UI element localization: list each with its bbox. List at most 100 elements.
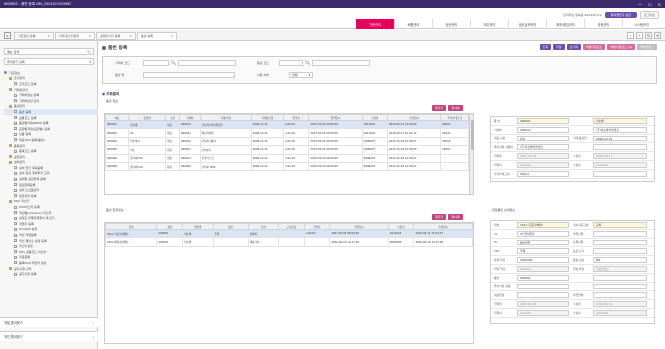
customer-code-input[interactable] — [143, 60, 169, 66]
logout-button[interactable]: 로그아웃 — [639, 11, 659, 19]
table-row[interactable]: 2012 가공작(해필) 000001 미소해 주원 정해처 cubic01 2007-02… — [104, 228, 473, 239]
form-field[interactable]: 00014 — [517, 170, 569, 177]
grid1-scrollbar[interactable] — [469, 114, 474, 194]
form-field[interactable]: 0000000 — [517, 257, 569, 263]
form-field[interactable]: 000001 — [517, 118, 569, 124]
form-field[interactable]: 000001 — [517, 274, 569, 281]
form-field[interactable] — [593, 283, 647, 290]
excel-upload-button[interactable]: 엑셀업로드 — [637, 44, 657, 50]
part-code-name-input[interactable] — [312, 60, 370, 66]
form-field[interactable] — [517, 292, 569, 299]
form-field[interactable] — [593, 170, 647, 177]
main-menu-item[interactable]: 생산실적관리 — [508, 19, 546, 29]
grid1-add-row-button[interactable]: 행추가 — [432, 105, 447, 111]
chevron-down-icon[interactable]: ▾ — [89, 60, 91, 64]
table-row[interactable]: 000003 AS 대표 000041 예모바이빌 2099-12-31 cubic01 20… — [105, 128, 469, 138]
table-row[interactable]: 000004 미소텍이 대표 000016 (주)하나세이 2099-12-31 cubic… — [105, 136, 469, 147]
form-field[interactable] — [593, 248, 647, 255]
search-button[interactable]: 조회 — [539, 44, 552, 50]
tab-prev-icon[interactable]: ‹ — [627, 32, 634, 39]
table-cell: 000014 — [178, 119, 201, 130]
table-row[interactable]: 000001 미소해 대표 000014 (주)미소바이올렛코 2099-12-31 cub… — [105, 119, 469, 130]
main-menu-item[interactable]: 정산관리 — [432, 19, 470, 29]
menu-search-input[interactable]: 메뉴 검색 🔍 — [4, 48, 94, 55]
form-field[interactable]: 2007-02-05 — [517, 153, 569, 159]
form-field[interactable]: cubic01 — [517, 161, 569, 168]
main-menu-item[interactable]: 제조/품질관리 — [546, 19, 584, 29]
use-yn-select[interactable]: 전체 ▾ — [289, 72, 313, 78]
customer-name-input[interactable] — [178, 60, 236, 66]
form-field[interactable]: 2099-12-31 — [593, 135, 647, 142]
menu-tree-item[interactable]: 공지사항 등록 — [4, 271, 98, 277]
form-field[interactable]: 출하 — [593, 222, 647, 228]
form-field[interactable] — [593, 144, 647, 151]
tab-close-all-icon[interactable]: ✕ — [654, 32, 661, 39]
tab-close-icon[interactable]: × — [47, 34, 50, 38]
grid1-delete-row-button[interactable]: 행삭제 — [448, 105, 463, 111]
form-field[interactable]: 우육 — [517, 248, 569, 255]
part-name-input[interactable] — [143, 72, 235, 78]
tab-close-icon[interactable]: × — [170, 34, 173, 38]
search-icon[interactable]: 🔍 — [171, 60, 176, 65]
form-field[interactable]: (주)미소바이올렛코 — [517, 144, 569, 151]
tab-item[interactable]: 품번 등록 × — [137, 32, 177, 40]
sidebar-footer-dev-favorites[interactable]: 개발 즐겨찾기 › — [0, 317, 98, 327]
main-menu-item[interactable]: 배합관리 — [394, 19, 432, 29]
tab-close-icon[interactable]: × — [129, 34, 132, 38]
minimize-icon[interactable]: — — [638, 2, 642, 7]
main-menu-item[interactable]: 공정관리 — [584, 19, 622, 29]
grid2-delete-row-button[interactable]: 행삭제 — [448, 214, 463, 220]
menu-tree-label: 거래처담당 관리 — [19, 98, 40, 103]
main-menu-item[interactable]: 재고관리 — [470, 19, 508, 29]
table-row[interactable]: 000006 준미아/PUL 대표 000163 미소티노코 2099-12-31 cubi… — [105, 153, 469, 163]
form-field[interactable]: 2016-06-11 — [593, 301, 647, 307]
table-cell: 000001 — [156, 237, 184, 247]
form-row: 입력 업당 000000 업정 변경 업정변정정 — [491, 265, 654, 274]
form-field[interactable]: 해선업업 — [517, 239, 569, 246]
form-field[interactable] — [593, 230, 647, 237]
main-menu-item[interactable]: 시스템관리 — [622, 19, 660, 29]
form-field[interactable]: 000000 — [517, 265, 569, 272]
form-field[interactable] — [593, 239, 647, 246]
table-row[interactable]: 2022 세정정(해필) 000001 미소해 해정가이 2016-06-14 10:1… — [104, 237, 473, 247]
tab-refresh-icon[interactable]: ↻ — [645, 32, 652, 39]
excel-download-button[interactable]: 엑셀다운로드 — [582, 44, 606, 50]
maximize-icon[interactable]: ☐ — [648, 2, 652, 7]
form-field[interactable] — [517, 283, 569, 290]
grid2-add-row-button[interactable]: 행추가 — [432, 214, 447, 220]
excel-download2-button[interactable]: 엑셀다운로드 (2) — [607, 44, 636, 50]
close-icon[interactable]: ✕ — [658, 2, 661, 7]
form-field[interactable]: VF 업여유솔 — [517, 230, 569, 237]
table-row[interactable]: 000005 미소 대표 000051 (주)하나 2099-12-31 cubic01 20… — [105, 145, 469, 155]
form-field[interactable]: 2012 가공작(해필) — [517, 222, 569, 228]
main-menu-item[interactable]: 기준관리 — [356, 19, 394, 29]
tab-item[interactable]: 자재 마스터관리 × — [55, 32, 95, 40]
tab-next-icon[interactable]: › — [636, 32, 643, 39]
table-row[interactable]: 000008 준미아/PUL 대표 000000 (주)하나PUL 2099-12-31 c… — [105, 161, 469, 172]
form-field[interactable]: 업정변정정 — [593, 265, 647, 272]
form-field[interactable]: 대표 — [517, 135, 569, 142]
save-button[interactable]: 저장 — [553, 44, 565, 50]
search-icon[interactable]: 🔍 — [87, 50, 91, 54]
home-icon[interactable]: ⌂ — [4, 32, 11, 39]
search-icon[interactable]: 🔍 — [305, 60, 310, 65]
tab-item[interactable]: 공정마스터 등록 × — [96, 32, 136, 40]
form-field[interactable]: 해2 — [593, 257, 647, 263]
part-code-input[interactable] — [279, 60, 303, 66]
form-field[interactable]: 미소해 — [593, 118, 647, 124]
form-field[interactable] — [593, 274, 647, 281]
form-field[interactable]: 2016-09-11 — [593, 153, 647, 159]
form-field[interactable]: cubic01 — [517, 309, 569, 316]
form-field[interactable] — [593, 292, 647, 299]
tab-close-icon[interactable]: × — [88, 34, 91, 38]
form-field[interactable]: 1612001 — [593, 309, 647, 316]
form-field[interactable]: 000014 — [517, 126, 569, 133]
form-field[interactable]: 1612001 — [593, 161, 647, 168]
favorites-select[interactable]: 즐겨찾기 선택 ▾ — [4, 58, 94, 65]
dept-badge[interactable]: 퓨처엠연구 본관 — [604, 12, 637, 18]
tab-item[interactable]: 기준정보 등록 × — [14, 32, 54, 40]
reset-button[interactable]: 초기화 — [566, 44, 581, 50]
sidebar-footer-personal-favorites[interactable]: 개인 즐겨찾기 › — [0, 331, 98, 341]
form-field[interactable]: (주)미소바이올렛코 — [593, 126, 647, 133]
form-field[interactable]: 2007-02-05 — [517, 301, 569, 307]
